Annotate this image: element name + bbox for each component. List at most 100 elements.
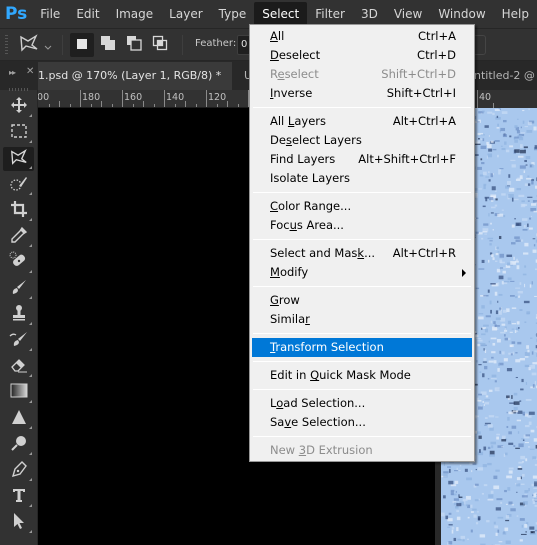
eraser-tool[interactable] — [3, 355, 34, 379]
collapse-panel-icon[interactable]: ▸▸ — [9, 68, 16, 77]
polygonal-lasso-icon — [18, 33, 40, 57]
ruler-tick — [132, 104, 134, 107]
ruler-tick — [206, 90, 207, 107]
shortcut-label: Alt+Shift+Ctrl+F — [358, 152, 456, 166]
brush-tool[interactable] — [3, 277, 34, 301]
label-part: ad Selection... — [283, 396, 366, 410]
label-part: nverse — [273, 86, 313, 100]
label-part: M — [270, 265, 280, 279]
ruler-tick — [477, 90, 478, 108]
menu-select[interactable]: Select — [254, 2, 308, 26]
menu-item-focus-area[interactable]: Focus Area... — [252, 216, 472, 235]
quick-selection-tool[interactable] — [3, 173, 34, 197]
label-part: Find Layers — [270, 152, 336, 166]
chevron-down-icon — [44, 36, 52, 55]
label-part: ransform Selection — [275, 340, 384, 354]
label-part: e Selection... — [291, 415, 366, 429]
menu-item-deselect[interactable]: Deselect Ctrl+D — [252, 46, 472, 65]
pen-tool[interactable] — [3, 459, 34, 483]
subtract-from-selection-button[interactable] — [122, 33, 146, 57]
menu-item-save-selection[interactable]: Save Selection... — [252, 413, 472, 432]
label-part: olor Range... — [278, 199, 352, 213]
history-brush-tool[interactable] — [3, 329, 34, 353]
type-icon — [11, 487, 27, 507]
menu-item-color-range[interactable]: Color Range... — [252, 197, 472, 216]
menu-filter[interactable]: Filter — [307, 2, 353, 26]
menu-separator — [253, 107, 471, 108]
menu-edit[interactable]: Edit — [68, 2, 107, 26]
menu-item-label: Save Selection... — [270, 413, 366, 432]
menu-item-all[interactable]: All Ctrl+A — [252, 27, 472, 46]
menu-item-label: Find Layers — [270, 150, 335, 169]
feather-label: Feather: — [195, 38, 237, 49]
menu-image[interactable]: Image — [108, 2, 162, 26]
ruler-tick — [90, 104, 92, 107]
menu-item-transform-selection[interactable]: Transform Selection — [252, 338, 472, 357]
menu-item-label: All — [270, 27, 284, 46]
menu-item-label: Color Range... — [270, 197, 351, 216]
ruler-label: 180 — [82, 92, 101, 103]
close-panel-icon[interactable]: ✕ — [26, 66, 34, 77]
menu-3d[interactable]: 3D — [353, 2, 386, 26]
type-tool[interactable] — [3, 485, 34, 509]
rectangular-marquee-tool[interactable] — [3, 121, 34, 145]
divider — [62, 35, 63, 55]
menu-type[interactable]: Type — [211, 2, 255, 26]
menu-help[interactable]: Help — [494, 2, 537, 26]
shortcut-label: Ctrl+A — [418, 29, 456, 43]
close-tab-icon[interactable]: ✕ — [231, 69, 232, 82]
menu-item-inverse[interactable]: Inverse Shift+Ctrl+I — [252, 84, 472, 103]
tools-panel-header: ▸▸ ✕ — [0, 62, 38, 90]
label-part: C — [270, 199, 279, 213]
tool-preset-picker[interactable] — [18, 34, 58, 56]
menu-view[interactable]: View — [386, 2, 430, 26]
menu-item-label: Deselect — [270, 46, 320, 65]
ruler-label: 160 — [124, 92, 143, 103]
menu-file[interactable]: File — [32, 2, 68, 26]
menu-item-isolate-layers[interactable]: Isolate Layers — [252, 169, 472, 188]
menu-item-find-layers[interactable]: Find Layers Alt+Shift+Ctrl+F — [252, 150, 472, 169]
label-part: All — [270, 114, 288, 128]
menu-item-deselect-layers[interactable]: Deselect Layers — [252, 131, 472, 150]
spot-healing-brush-tool[interactable] — [3, 251, 34, 275]
menu-item-edit-in-quick-mask-mode[interactable]: Edit in Quick Mask Mode — [252, 366, 472, 385]
menu-item-label: Select and Mask... — [270, 244, 375, 263]
divider — [182, 35, 183, 55]
menu-item-label: New 3D Extrusion — [270, 441, 373, 460]
tab-document-3[interactable]: ntitled-2 @ — [474, 62, 537, 90]
sharpen-tool[interactable] — [3, 407, 34, 431]
menu-item-similar[interactable]: Similar — [252, 310, 472, 329]
add-to-selection-button[interactable] — [96, 33, 120, 57]
panel-grip[interactable] — [9, 88, 29, 91]
ruler-label: 120 — [208, 92, 227, 103]
tools-panel — [0, 88, 38, 545]
shortcut-label: Shift+Ctrl+I — [386, 86, 456, 100]
label-part: Q — [310, 368, 320, 382]
tab-document-1[interactable]: 1.psd @ 170% (Layer 1, RGB/8) * ✕ — [38, 62, 232, 90]
menu-item-modify[interactable]: Modify — [252, 263, 472, 282]
subtract-from-selection-icon — [126, 35, 142, 55]
options-bar-grip[interactable] — [5, 35, 8, 55]
gradient-tool[interactable] — [3, 381, 34, 405]
ruler-tick — [122, 90, 123, 107]
intersect-selection-button[interactable] — [148, 33, 172, 57]
eyedropper-tool[interactable] — [3, 225, 34, 249]
shortcut-label: Ctrl+D — [417, 48, 456, 62]
polygonal-lasso-tool[interactable] — [3, 147, 34, 171]
menu-item-grow[interactable]: Grow — [252, 291, 472, 310]
ruler-tick — [237, 104, 239, 107]
menu-layer[interactable]: Layer — [161, 2, 210, 26]
menu-item-label: Modify — [270, 263, 308, 282]
menu-window[interactable]: Window — [430, 2, 493, 26]
clone-stamp-tool[interactable] — [3, 303, 34, 327]
menu-item-load-selection[interactable]: Load Selection... — [252, 394, 472, 413]
menu-item-select-and-mask[interactable]: Select and Mask... Alt+Ctrl+R — [252, 244, 472, 263]
dodge-tool[interactable] — [3, 433, 34, 457]
label-part: Edit in — [270, 368, 311, 382]
new-selection-button[interactable] — [70, 33, 94, 57]
path-selection-tool[interactable] — [3, 511, 34, 535]
crop-tool[interactable] — [3, 199, 34, 223]
move-tool[interactable] — [3, 95, 34, 119]
gradient-icon — [10, 383, 28, 403]
menu-item-all-layers[interactable]: All Layers Alt+Ctrl+A — [252, 112, 472, 131]
